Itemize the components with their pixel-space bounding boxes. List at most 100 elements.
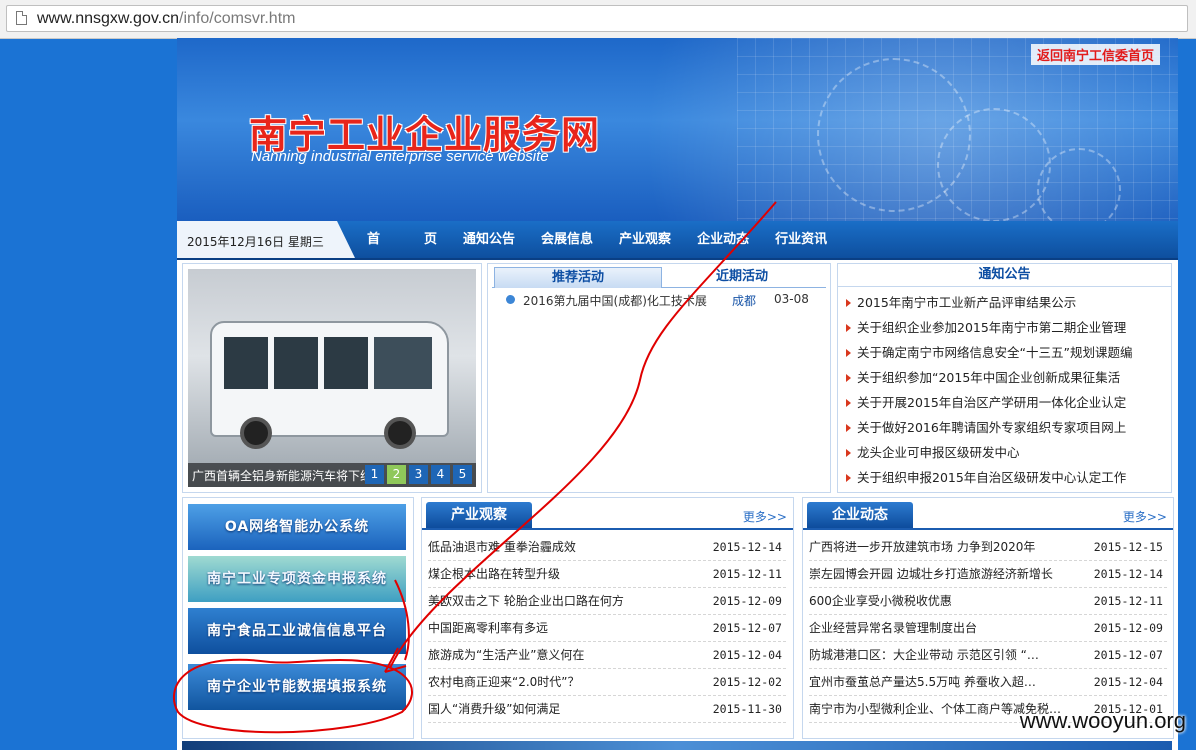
news-date: 2015-12-09 bbox=[712, 594, 782, 608]
notice-item[interactable]: 2015年南宁市工业新产品评审结果公示 bbox=[838, 290, 1171, 315]
tab-recommended-activities[interactable]: 推荐活动 bbox=[494, 267, 662, 288]
news-date: 2015-12-14 bbox=[712, 540, 782, 554]
return-home-link[interactable]: 返回南宁工信委首页 bbox=[1030, 44, 1160, 65]
slide-image[interactable]: 广西首辆全铝身新能源汽车将下线 1 2 3 4 5 bbox=[188, 269, 476, 487]
news-row[interactable]: 崇左园博会开园 边城壮乡打造旅游经济新增长 2015-12-14 bbox=[809, 561, 1167, 588]
date-box: 2015年12月16日 星期三 bbox=[177, 221, 355, 258]
notice-item[interactable]: 关于组织企业参加2015年南宁市第二期企业管理 bbox=[838, 315, 1171, 340]
news-title[interactable]: 农村电商正迎来“2.0时代”？ bbox=[428, 669, 698, 695]
slider-page-2[interactable]: 2 bbox=[387, 465, 406, 484]
news-row[interactable]: 防城港港口区：大企业带动 示范区引领 “… 2015-12-07 bbox=[809, 642, 1167, 669]
news-row[interactable]: 美欧双击之下 轮胎企业出口路在何方 2015-12-09 bbox=[428, 588, 786, 615]
news-row[interactable]: 农村电商正迎来“2.0时代”？ 2015-12-02 bbox=[428, 669, 786, 696]
bus-illustration bbox=[210, 321, 449, 449]
system-links-panel: OA网络智能办公系统 南宁工业专项资金申报系统 南宁食品工业诚信信息平台 南宁企… bbox=[182, 497, 414, 739]
news-date: 2015-11-30 bbox=[712, 702, 782, 716]
special-funds-system-button[interactable]: 南宁工业专项资金申报系统 bbox=[188, 556, 406, 602]
news-title[interactable]: 企业经营异常名录管理制度出台 bbox=[809, 615, 1079, 641]
tab-recent-activities[interactable]: 近期活动 bbox=[662, 267, 822, 287]
news-row[interactable]: 中国距离零利率有多远 2015-12-07 bbox=[428, 615, 786, 642]
news-title[interactable]: 防城港港口区：大企业带动 示范区引领 “… bbox=[809, 642, 1079, 668]
oa-system-button[interactable]: OA网络智能办公系统 bbox=[188, 504, 406, 550]
news-title[interactable]: 广西将进一步开放建筑市场 力争到2020年 bbox=[809, 534, 1079, 560]
news-row[interactable]: 宜州市蚕茧总产量达5.5万吨 养蚕收入超… 2015-12-04 bbox=[809, 669, 1167, 696]
news-date: 2015-12-07 bbox=[1093, 648, 1163, 662]
slider-page-3[interactable]: 3 bbox=[409, 465, 428, 484]
news-date: 2015-12-11 bbox=[712, 567, 782, 581]
url-text[interactable]: www.nnsgxw.gov.cn/info/comsvr.htm bbox=[37, 10, 295, 28]
slider-pager: 1 2 3 4 5 bbox=[362, 465, 472, 484]
nav-item-industry[interactable]: 产业观察 bbox=[619, 221, 671, 258]
industry-news-list: 低品油退市难 重拳治霾成效 2015-12-14 煤企根本出路在转型升级 2015-… bbox=[428, 534, 786, 723]
notice-list: 2015年南宁市工业新产品评审结果公示 关于组织企业参加2015年南宁市第二期企… bbox=[838, 290, 1171, 490]
news-row[interactable]: 600企业享受小微税收优惠 2015-12-11 bbox=[809, 588, 1167, 615]
gear-icon bbox=[937, 108, 1051, 221]
news-row[interactable]: 企业经营异常名录管理制度出台 2015-12-09 bbox=[809, 615, 1167, 642]
notice-item[interactable]: 龙头企业可申报区级研发中心 bbox=[838, 440, 1171, 465]
notice-item[interactable]: 关于组织申报2015年自治区级研发中心认定工作 bbox=[838, 465, 1171, 490]
slider-page-4[interactable]: 4 bbox=[431, 465, 450, 484]
page-icon bbox=[16, 11, 27, 25]
slide-caption-bar: 广西首辆全铝身新能源汽车将下线 1 2 3 4 5 bbox=[188, 463, 476, 487]
news-date: 2015-12-09 bbox=[1093, 621, 1163, 635]
news-date: 2015-12-14 bbox=[1093, 567, 1163, 581]
main-navbar: 2015年12月16日 星期三 首页 通知公告 会展信息 产业观察 企业动态 行… bbox=[177, 221, 1178, 260]
industry-news-panel: 产业观察 更多>> 低品油退市难 重拳治霾成效 2015-12-14 煤企根本出路… bbox=[421, 497, 794, 739]
company-news-list: 广西将进一步开放建筑市场 力争到2020年 2015-12-15 崇左园博会开园 … bbox=[809, 534, 1167, 723]
news-title[interactable]: 中国距离零利率有多远 bbox=[428, 615, 698, 641]
news-title[interactable]: 美欧双击之下 轮胎企业出口路在何方 bbox=[428, 588, 698, 614]
news-row[interactable]: 广西将进一步开放建筑市场 力争到2020年 2015-12-15 bbox=[809, 534, 1167, 561]
browser-address-bar: www.nnsgxw.gov.cn/info/comsvr.htm bbox=[0, 0, 1196, 39]
nav-menu: 首页 通知公告 会展信息 产业观察 企业动态 行业资讯 bbox=[367, 221, 853, 258]
slider-page-5[interactable]: 5 bbox=[453, 465, 472, 484]
slider-page-1[interactable]: 1 bbox=[365, 465, 384, 484]
url-field[interactable]: www.nnsgxw.gov.cn/info/comsvr.htm bbox=[6, 5, 1188, 32]
news-row[interactable]: 低品油退市难 重拳治霾成效 2015-12-14 bbox=[428, 534, 786, 561]
news-date: 2015-12-04 bbox=[1093, 675, 1163, 689]
notice-item[interactable]: 关于确定南宁市网络信息安全“十三五”规划课题编 bbox=[838, 340, 1171, 365]
news-title[interactable]: 煤企根本出路在转型升级 bbox=[428, 561, 698, 587]
nav-item-notices[interactable]: 通知公告 bbox=[463, 221, 515, 258]
news-title[interactable]: 600企业享受小微税收优惠 bbox=[809, 588, 1079, 614]
news-date: 2015-12-04 bbox=[712, 648, 782, 662]
main-content: 广西首辆全铝身新能源汽车将下线 1 2 3 4 5 推荐活动 近期活动 2016… bbox=[177, 260, 1178, 750]
energy-data-system-button[interactable]: 南宁企业节能数据填报系统 bbox=[188, 664, 406, 710]
news-row[interactable]: 国人“消费升级”如何满足 2015-11-30 bbox=[428, 696, 786, 723]
news-row[interactable]: 旅游成为“生活产业”意义何在 2015-12-04 bbox=[428, 642, 786, 669]
notice-title: 通知公告 bbox=[838, 264, 1171, 287]
activity-panel: 推荐活动 近期活动 2016第九届中国(成都)化工技术展 成都 03-08 bbox=[487, 263, 831, 493]
industry-news-title: 产业观察 bbox=[426, 502, 532, 528]
activity-item[interactable]: 2016第九届中国(成都)化工技术展 成都 03-08 bbox=[506, 292, 826, 310]
nav-item-exhibitions[interactable]: 会展信息 bbox=[541, 221, 593, 258]
news-title[interactable]: 宜州市蚕茧总产量达5.5万吨 养蚕收入超… bbox=[809, 669, 1079, 695]
slide-caption[interactable]: 广西首辆全铝身新能源汽车将下线 bbox=[192, 467, 370, 484]
news-title[interactable]: 崇左园博会开园 边城壮乡打造旅游经济新增长 bbox=[809, 561, 1079, 587]
activity-city: 成都 bbox=[732, 294, 757, 308]
notice-item[interactable]: 关于做好2016年聘请国外专家组织专家项目网上 bbox=[838, 415, 1171, 440]
industry-news-header: 产业观察 更多>> bbox=[422, 498, 793, 530]
bottom-banner bbox=[182, 741, 1172, 750]
url-host: www.nnsgxw.gov.cn bbox=[37, 10, 179, 27]
news-date: 2015-12-15 bbox=[1093, 540, 1163, 554]
news-title[interactable]: 旅游成为“生活产业”意义何在 bbox=[428, 642, 698, 668]
news-row[interactable]: 煤企根本出路在转型升级 2015-12-11 bbox=[428, 561, 786, 588]
news-title[interactable]: 低品油退市难 重拳治霾成效 bbox=[428, 534, 698, 560]
activity-tabs: 推荐活动 近期活动 bbox=[492, 267, 826, 288]
activity-date: 03-08 bbox=[774, 292, 809, 306]
nav-item-company-news[interactable]: 企业动态 bbox=[697, 221, 749, 258]
company-news-title: 企业动态 bbox=[807, 502, 913, 528]
industry-more-link[interactable]: 更多>> bbox=[743, 508, 787, 525]
url-path: /info/comsvr.htm bbox=[179, 10, 296, 27]
circle-bullet-icon bbox=[506, 295, 515, 304]
watermark: www.wooyun.org bbox=[1019, 708, 1186, 733]
site-container: 返回南宁工信委首页 南宁工业企业服务网 Nanning industrial e… bbox=[177, 38, 1178, 750]
news-title[interactable]: 国人“消费升级”如何满足 bbox=[428, 696, 698, 722]
news-date: 2015-12-02 bbox=[712, 675, 782, 689]
notice-item[interactable]: 关于组织参加“2015年中国企业创新成果征集活 bbox=[838, 365, 1171, 390]
news-date: 2015-12-11 bbox=[1093, 594, 1163, 608]
notice-item[interactable]: 关于开展2015年自治区产学研用一体化企业认定 bbox=[838, 390, 1171, 415]
food-integrity-platform-button[interactable]: 南宁食品工业诚信信息平台 bbox=[188, 608, 406, 654]
activity-title[interactable]: 2016第九届中国(成都)化工技术展 bbox=[523, 292, 713, 309]
nav-item-industry-info[interactable]: 行业资讯 bbox=[775, 221, 827, 258]
company-more-link[interactable]: 更多>> bbox=[1123, 508, 1167, 525]
